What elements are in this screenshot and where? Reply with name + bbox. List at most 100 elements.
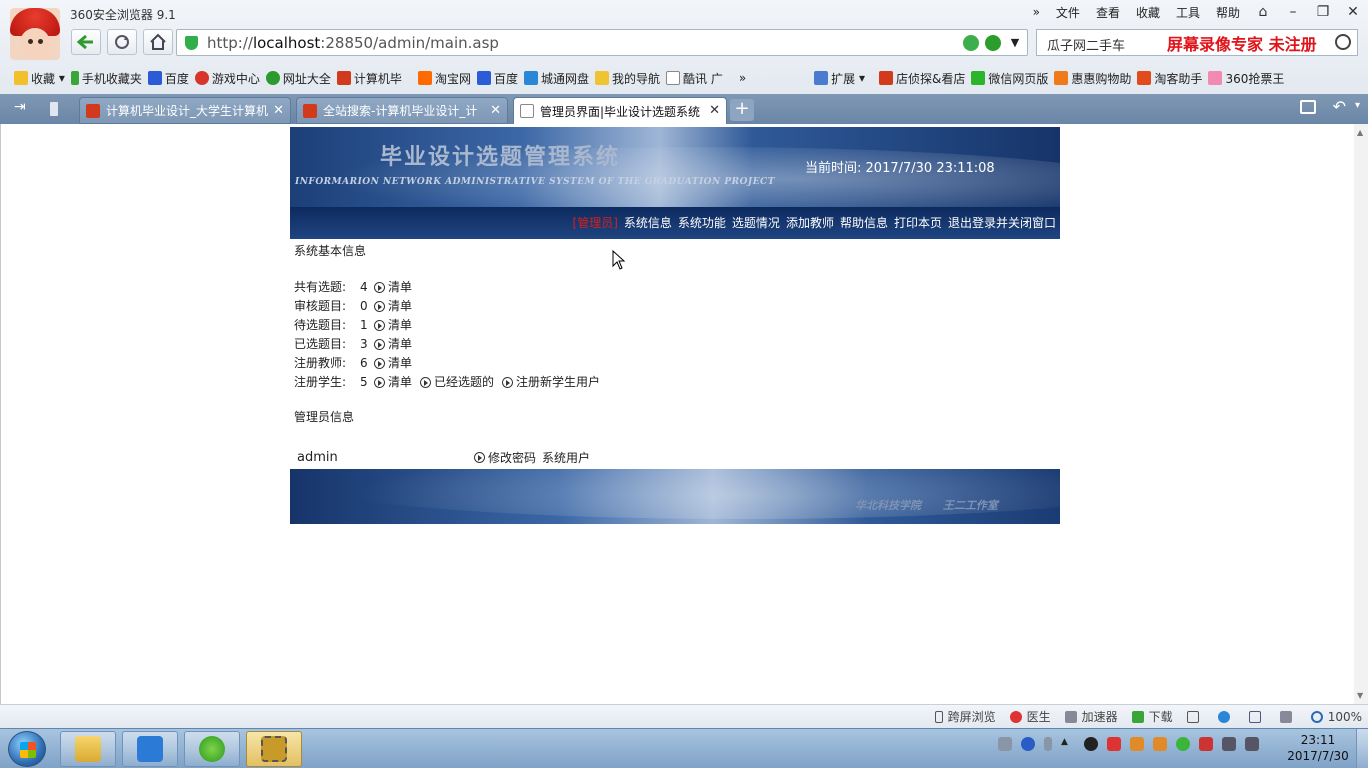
bookmark-jisuanji[interactable]: 计算机毕 — [336, 70, 402, 87]
start-button[interactable] — [8, 731, 46, 767]
volume-button[interactable] — [1279, 710, 1297, 723]
volume-icon[interactable] — [1245, 737, 1259, 751]
taskbar-recorder[interactable] — [246, 731, 302, 767]
chevron-down-icon[interactable]: ▼ — [1007, 35, 1023, 51]
ime-icon[interactable] — [1044, 737, 1052, 751]
list-link[interactable]: 清单 — [388, 335, 412, 354]
bookmark-baidu-2[interactable]: 百度 — [476, 70, 518, 87]
tab-search[interactable]: 全站搜索-计算机毕业设计_计 ✕ — [296, 97, 508, 124]
menu-tools[interactable]: 工具 — [1176, 4, 1200, 21]
bookmark-favorites[interactable]: 收藏 ▾ — [14, 70, 65, 87]
keyboard-icon[interactable] — [998, 737, 1012, 751]
doctor-icon — [1009, 710, 1022, 723]
skin-icon[interactable]: ⌂ — [1248, 4, 1278, 20]
taskbar: ▲ 23:11 2017/7/30 — [0, 728, 1368, 768]
bookmark-games[interactable]: 游戏中心 — [194, 70, 260, 87]
bookmarks-overflow-icon[interactable]: » — [739, 71, 746, 85]
360-icon[interactable] — [1176, 737, 1190, 751]
change-password-link[interactable]: 修改密码 — [488, 449, 536, 466]
taskbar-clock[interactable]: 23:11 2017/7/30 — [1283, 732, 1353, 764]
address-url[interactable]: http://localhost:28850/admin/main.asp — [207, 34, 499, 52]
menu-file[interactable]: 文件 — [1056, 4, 1080, 21]
tab-admin[interactable]: 管理员界面|毕业设计选题系统 ✕ — [513, 97, 727, 124]
show-desktop-button[interactable] — [1356, 729, 1368, 768]
extensions-menu[interactable]: 扩展 ▾ — [814, 70, 865, 87]
cross-screen-button[interactable]: 跨屏浏览 — [934, 708, 996, 725]
sidebar-toggle-icon[interactable]: ⇥ — [14, 99, 26, 115]
tiger-icon[interactable] — [1130, 737, 1144, 751]
close-button[interactable]: ✕ — [1338, 4, 1368, 20]
nav-help[interactable]: 帮助信息 — [840, 214, 888, 231]
security-icon[interactable] — [1107, 737, 1121, 751]
window-button[interactable] — [1248, 710, 1266, 723]
list-link[interactable]: 清单 — [388, 354, 412, 373]
new-tab-button[interactable]: + — [730, 99, 754, 121]
list-link[interactable]: 清单 — [388, 316, 412, 335]
bookmark-taobao[interactable]: 淘宝网 — [417, 70, 471, 87]
doctor-button[interactable]: 医生 — [1009, 708, 1051, 725]
list-link[interactable]: 清单 — [388, 373, 412, 392]
nav-print[interactable]: 打印本页 — [894, 214, 942, 231]
window-tiles-icon[interactable] — [1300, 100, 1316, 114]
tray-expand-icon[interactable]: ▲ — [1061, 737, 1075, 751]
mobile-icon[interactable] — [50, 102, 58, 116]
restore-button[interactable]: ❐ — [1308, 4, 1338, 20]
compat-mode-icon[interactable] — [985, 35, 1001, 51]
help-icon[interactable] — [1021, 737, 1035, 751]
back-button[interactable] — [71, 29, 101, 55]
nav-system-info[interactable]: 系统信息 — [624, 214, 672, 231]
nav-system-functions[interactable]: 系统功能 — [678, 214, 726, 231]
speed-mode-icon[interactable] — [963, 35, 979, 51]
bookmark-sites[interactable]: 网址大全 — [265, 70, 331, 87]
menu-view[interactable]: 查看 — [1096, 4, 1120, 21]
download-button[interactable]: 下载 — [1131, 708, 1173, 725]
zoom-control[interactable]: 100% — [1310, 710, 1362, 724]
search-input[interactable]: 瓜子网二手车 屏幕录像专家 未注册 — [1036, 29, 1358, 56]
bookmark-ctdisk[interactable]: 城通网盘 — [523, 70, 589, 87]
bookmark-kuxun[interactable]: 酷讯 广 — [666, 70, 723, 87]
refresh-button[interactable] — [107, 29, 137, 55]
qq-icon[interactable] — [1084, 737, 1098, 751]
refresh-icon — [115, 35, 129, 49]
search-icon[interactable] — [1335, 34, 1351, 50]
tab-jisuanji[interactable]: 计算机毕业设计_大学生计算机 ✕ — [79, 97, 291, 124]
ext-taoke[interactable]: 淘客助手 — [1137, 70, 1202, 87]
undo-close-icon[interactable]: ↶ — [1333, 97, 1346, 116]
bookmark-baidu[interactable]: 百度 — [147, 70, 189, 87]
network-icon[interactable] — [1222, 737, 1236, 751]
minimize-button[interactable]: – — [1278, 4, 1308, 20]
chevron-down-icon[interactable]: ▾ — [1355, 100, 1360, 111]
bookmark-mynav[interactable]: 我的导航 — [594, 70, 660, 87]
tab-close-icon[interactable]: ✕ — [490, 103, 501, 118]
tab-close-icon[interactable]: ✕ — [273, 103, 284, 118]
tiger-icon-2[interactable] — [1153, 737, 1167, 751]
register-student-link[interactable]: 注册新学生用户 — [516, 373, 600, 392]
tab-close-icon[interactable]: ✕ — [709, 103, 720, 118]
user-avatar[interactable] — [10, 8, 60, 60]
ext-huihui[interactable]: 惠惠购物助 — [1054, 70, 1131, 87]
nav-topic-status[interactable]: 选题情况 — [732, 214, 780, 231]
usb-icon[interactable] — [1199, 737, 1213, 751]
nav-add-teacher[interactable]: 添加教师 — [786, 214, 834, 231]
list-link[interactable]: 清单 — [388, 278, 412, 297]
flag-button[interactable] — [1186, 710, 1204, 723]
vertical-scrollbar[interactable]: ▲ ▼ — [1354, 124, 1368, 704]
taoke-icon — [1137, 71, 1152, 85]
address-bar[interactable]: http://localhost:28850/admin/main.asp ▼ — [176, 29, 1028, 56]
menu-favorites[interactable]: 收藏 — [1136, 4, 1160, 21]
ext-ticket[interactable]: 360抢票王 — [1208, 70, 1284, 87]
home-button[interactable] — [143, 29, 173, 55]
menu-overflow-icon[interactable]: » — [1033, 5, 1040, 19]
nav-logout[interactable]: 退出登录并关闭窗口 — [948, 214, 1056, 231]
taskbar-wps[interactable] — [122, 731, 178, 767]
menu-help[interactable]: 帮助 — [1216, 4, 1240, 21]
ext-dianzhentan[interactable]: 店侦探&看店 — [879, 70, 965, 87]
taskbar-explorer[interactable] — [60, 731, 116, 767]
ie-button[interactable] — [1217, 710, 1235, 723]
selected-students-link[interactable]: 已经选题的 — [434, 373, 494, 392]
ext-wechat[interactable]: 微信网页版 — [971, 70, 1048, 87]
bookmark-mobile[interactable]: 手机收藏夹 — [70, 70, 142, 87]
taskbar-360browser[interactable] — [184, 731, 240, 767]
list-link[interactable]: 清单 — [388, 297, 412, 316]
accelerator-button[interactable]: 加速器 — [1064, 708, 1118, 725]
